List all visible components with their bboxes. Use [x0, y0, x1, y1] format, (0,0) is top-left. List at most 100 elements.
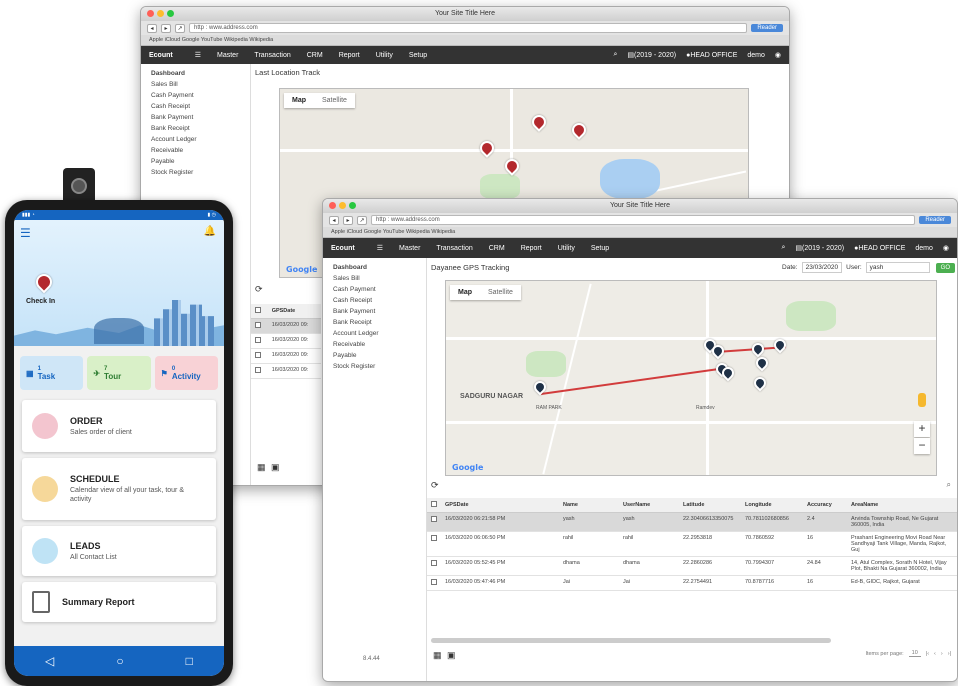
sidebar-item-account-ledger[interactable]: Account Ledger	[323, 328, 426, 339]
col-areaname[interactable]: AreaName	[847, 498, 957, 513]
branch-name[interactable]: HEAD OFFICE	[690, 52, 737, 59]
sidebar-item-stock-register[interactable]: Stock Register	[323, 361, 426, 372]
search-icon[interactable]: ⌕	[947, 480, 951, 490]
date-input[interactable]: 23/03/2020	[801, 262, 843, 273]
street-view-icon[interactable]	[918, 393, 926, 407]
menu-report[interactable]: Report	[339, 52, 360, 59]
last-page-icon[interactable]: ›|	[948, 651, 951, 657]
avatar-icon[interactable]: ◉	[775, 51, 781, 59]
map-pin-icon[interactable]	[569, 120, 589, 140]
menu-master[interactable]: Master	[399, 245, 420, 252]
go-button[interactable]: GO	[935, 262, 955, 273]
activity-tile[interactable]: ⚑ 0 Activity	[154, 356, 218, 390]
col-username[interactable]: UserName	[619, 498, 679, 513]
col-longitude[interactable]: Longitude	[741, 498, 803, 513]
export-excel-icon[interactable]: ▦	[257, 462, 266, 473]
row-checkbox[interactable]	[255, 367, 261, 373]
bookmarks-bar[interactable]: Apple iCloud Google YouTube Wikipedia Wi…	[323, 227, 957, 238]
map-pin-icon[interactable]	[502, 156, 522, 176]
map-pin-icon[interactable]	[749, 340, 767, 358]
sidebar-item-bank-payment[interactable]: Bank Payment	[141, 112, 250, 123]
row-checkbox[interactable]	[255, 352, 261, 358]
map-pin-icon[interactable]	[753, 354, 771, 372]
year-range[interactable]: (2019 - 2020)	[634, 52, 676, 59]
col-latitude[interactable]: Latitude	[679, 498, 741, 513]
year-range[interactable]: (2019 - 2020)	[802, 245, 844, 252]
menu-master[interactable]: Master	[217, 52, 238, 59]
export-excel-icon[interactable]: ▦	[433, 650, 442, 661]
row-checkbox[interactable]	[431, 579, 437, 585]
user-name[interactable]: demo	[747, 52, 765, 59]
table-row[interactable]: 16/03/2020 06:06:50 PM rahil rahil 22.29…	[427, 531, 957, 557]
user-name[interactable]: demo	[915, 245, 933, 252]
share-icon[interactable]: ↗	[357, 215, 367, 225]
row-checkbox[interactable]	[431, 560, 437, 566]
sidebar-item-payable[interactable]: Payable	[141, 156, 250, 167]
sidebar-item-dashboard[interactable]: Dashboard	[323, 262, 426, 273]
select-all-checkbox[interactable]	[255, 307, 261, 313]
prev-page-icon[interactable]: ‹	[934, 651, 936, 657]
menu-report[interactable]: Report	[521, 245, 542, 252]
map-tab[interactable]: Map	[284, 93, 314, 108]
bell-icon[interactable]: 🔔	[204, 226, 216, 237]
menu-transaction[interactable]: Transaction	[436, 245, 472, 252]
sidebar-item-bank-receipt[interactable]: Bank Receipt	[141, 123, 250, 134]
bookmarks-bar[interactable]: Apple iCloud Google YouTube Wikipedia Wi…	[141, 35, 789, 46]
sidebar-item-receivable[interactable]: Receivable	[323, 339, 426, 350]
minimize-dot[interactable]	[157, 10, 164, 17]
home-icon[interactable]: ○	[116, 654, 123, 668]
recent-apps-icon[interactable]: □	[186, 654, 193, 668]
export-pdf-icon[interactable]: ▣	[271, 462, 280, 473]
sidebar-item-sales-bill[interactable]: Sales Bill	[323, 273, 426, 284]
url-input[interactable]: http : www.address.com	[189, 23, 748, 33]
sidebar-item-payable[interactable]: Payable	[323, 350, 426, 361]
sidebar-item-cash-receipt[interactable]: Cash Receipt	[141, 101, 250, 112]
row-checkbox[interactable]	[431, 516, 437, 522]
leads-card[interactable]: LEADS All Contact List	[22, 526, 216, 576]
user-select[interactable]: yash	[865, 262, 930, 273]
back-arrow-icon[interactable]: ◂	[147, 23, 157, 33]
zoom-in-button[interactable]: +	[914, 421, 930, 437]
forward-arrow-icon[interactable]: ▸	[161, 23, 171, 33]
refresh-icon[interactable]: ⟳	[255, 284, 263, 295]
sidebar-item-account-ledger[interactable]: Account Ledger	[141, 134, 250, 145]
table-row[interactable]: 16/03/2020 05:47:46 PM Jai Jai 22.275449…	[427, 575, 957, 591]
forward-arrow-icon[interactable]: ▸	[343, 215, 353, 225]
menu-transaction[interactable]: Transaction	[254, 52, 290, 59]
close-dot[interactable]	[147, 10, 154, 17]
branch-name[interactable]: HEAD OFFICE	[858, 245, 905, 252]
first-page-icon[interactable]: |‹	[926, 651, 929, 657]
maximize-dot[interactable]	[167, 10, 174, 17]
refresh-icon[interactable]: ⟳	[431, 480, 439, 491]
items-per-page-select[interactable]: 10	[908, 650, 921, 657]
tracking-map[interactable]: Map Satellite SADGURU NAGAR RAM PARK Ram…	[445, 280, 937, 476]
zoom-out-button[interactable]: −	[914, 438, 930, 454]
horizontal-scrollbar[interactable]	[431, 638, 831, 643]
col-gpsdate[interactable]: GPSDate	[441, 498, 559, 513]
col-name[interactable]: Name	[559, 498, 619, 513]
search-icon[interactable]: ⌕	[782, 244, 786, 252]
map-tab[interactable]: Map	[450, 285, 480, 300]
reader-button[interactable]: Reader	[919, 216, 951, 224]
back-icon[interactable]: ◁	[45, 654, 54, 668]
map-pin-icon[interactable]	[529, 112, 549, 132]
avatar-icon[interactable]: ◉	[943, 244, 949, 252]
search-icon[interactable]: ⌕	[614, 51, 618, 59]
sidebar-item-cash-receipt[interactable]: Cash Receipt	[323, 295, 426, 306]
row-checkbox[interactable]	[255, 337, 261, 343]
row-checkbox[interactable]	[431, 535, 437, 541]
export-pdf-icon[interactable]: ▣	[447, 650, 456, 661]
maximize-dot[interactable]	[349, 202, 356, 209]
summary-report-card[interactable]: Summary Report	[22, 582, 216, 622]
col-gpsdate[interactable]: GPSDate	[267, 304, 321, 319]
sidebar-item-sales-bill[interactable]: Sales Bill	[141, 79, 250, 90]
sidebar-item-receivable[interactable]: Receivable	[141, 145, 250, 156]
minimize-dot[interactable]	[339, 202, 346, 209]
check-in-pin-icon[interactable]	[32, 270, 56, 294]
check-in-label[interactable]: Check In	[26, 298, 55, 305]
sidebar-item-bank-payment[interactable]: Bank Payment	[323, 306, 426, 317]
close-dot[interactable]	[329, 202, 336, 209]
table-row[interactable]: 16/03/2020 06:21:58 PM yash yash 22.3040…	[427, 512, 957, 532]
satellite-tab[interactable]: Satellite	[314, 93, 355, 108]
menu-crm[interactable]: CRM	[489, 245, 505, 252]
